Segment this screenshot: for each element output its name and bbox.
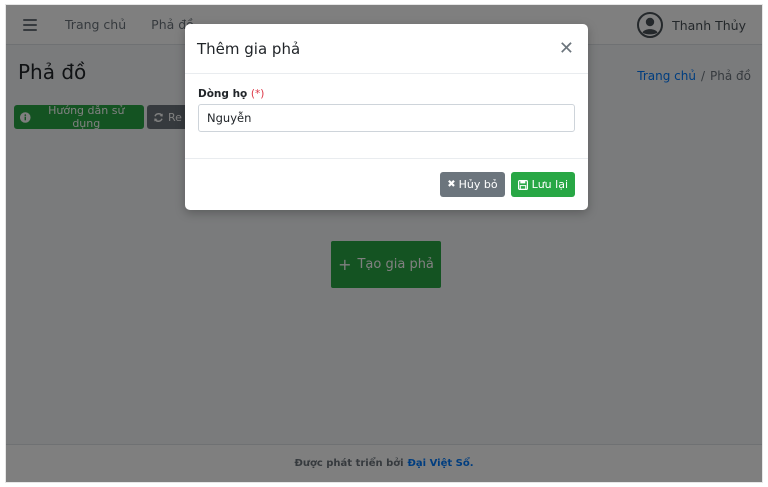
modal-header: Thêm gia phả ✕	[185, 24, 588, 74]
modal-body: Dòng họ (*)	[185, 74, 588, 159]
modal-title: Thêm gia phả	[197, 39, 301, 58]
app-frame: Trang chủ Phả đồ Thanh Thủy Phả đồ Trang…	[5, 4, 763, 483]
cancel-button-label: Hủy bỏ	[458, 178, 498, 191]
add-family-tree-modal: Thêm gia phả ✕ Dòng họ (*) ✖ Hủy bỏ Lưu …	[185, 24, 588, 210]
save-button-label: Lưu lại	[531, 178, 568, 191]
family-name-label: Dòng họ (*)	[198, 88, 575, 100]
modal-footer: ✖ Hủy bỏ Lưu lại	[185, 159, 588, 210]
close-icon[interactable]: ✕	[559, 39, 574, 58]
family-name-input[interactable]	[198, 104, 575, 132]
required-mark: (*)	[250, 88, 265, 100]
family-name-label-text: Dòng họ	[198, 88, 248, 100]
times-icon: ✖	[447, 179, 456, 190]
floppy-disk-icon	[517, 179, 528, 190]
save-button[interactable]: Lưu lại	[510, 172, 575, 197]
cancel-button[interactable]: ✖ Hủy bỏ	[440, 172, 505, 197]
